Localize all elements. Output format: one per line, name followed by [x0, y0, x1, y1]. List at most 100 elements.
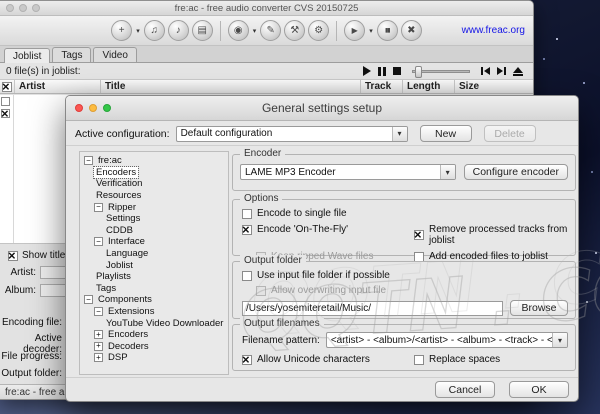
checkbox-box[interactable]: [242, 355, 252, 365]
cd-lookup-button[interactable]: ◉: [228, 20, 249, 41]
tree-item-youtube-downloader[interactable]: YouTube Video Downloader: [82, 317, 226, 329]
tab-video[interactable]: Video: [93, 47, 136, 62]
checkbox-box[interactable]: [414, 355, 424, 365]
tree-item-joblist[interactable]: Joblist: [82, 259, 226, 271]
start-encoding-button[interactable]: ▶: [344, 20, 365, 41]
play-button[interactable]: [363, 66, 371, 76]
select-all-checkbox[interactable]: [0, 80, 15, 93]
tab-tags[interactable]: Tags: [52, 47, 91, 62]
expander-plus-icon[interactable]: [94, 330, 103, 339]
output-folder-group: Output folder Use input file folder if p…: [232, 261, 576, 319]
expander-minus-icon[interactable]: [94, 203, 103, 212]
tree-item-verification[interactable]: Verification: [82, 178, 226, 190]
checkbox-box[interactable]: [414, 230, 424, 240]
add-files-button[interactable]: +: [111, 20, 132, 41]
settings-button[interactable]: ⚙: [308, 20, 329, 41]
active-configuration-select[interactable]: Default configuration: [176, 126, 408, 142]
checkbox-column-divider: [13, 95, 14, 243]
next-track-button[interactable]: [497, 67, 506, 75]
seek-slider-handle[interactable]: [415, 66, 422, 78]
stop-encoding-button[interactable]: ✖: [401, 20, 422, 41]
joblist-status-text: 0 file(s) in joblist:: [6, 66, 80, 77]
expander-minus-icon[interactable]: [94, 307, 103, 316]
previous-track-button[interactable]: [481, 67, 490, 75]
encode-single-file-checkbox[interactable]: Encode to single file: [242, 208, 568, 219]
expander-minus-icon[interactable]: [84, 295, 93, 304]
tree-item-language[interactable]: Language: [82, 248, 226, 260]
tree-item-extensions[interactable]: Extensions: [82, 306, 226, 318]
encoder-select[interactable]: LAME MP3 Encoder: [240, 164, 456, 180]
add-cd-tracks-button[interactable]: ♫: [144, 20, 165, 41]
dialog-titlebar[interactable]: General settings setup: [66, 96, 578, 121]
settings-tree[interactable]: fre:ac Encoders Verification Resources R…: [79, 151, 229, 375]
chevron-down-icon[interactable]: [392, 127, 407, 141]
expander-plus-icon[interactable]: [94, 342, 103, 351]
cd-edit-button[interactable]: ✎: [260, 20, 281, 41]
tree-item-components[interactable]: Components: [82, 294, 226, 306]
tree-item-cddb[interactable]: CDDB: [82, 225, 226, 237]
pause-encoding-button[interactable]: ▮▮: [377, 20, 398, 41]
tree-item-encoders[interactable]: Encoders: [82, 167, 226, 179]
column-header-size[interactable]: Size: [455, 80, 533, 93]
cd-lookup-dropdown-caret-icon[interactable]: ▾: [253, 27, 257, 35]
cd-lookup-icon: ◉: [234, 25, 243, 36]
filename-pattern-select[interactable]: <artist> - <album>/<artist> - <album> - …: [326, 332, 568, 348]
delete-configuration-button: Delete: [484, 125, 536, 142]
tree-item-components-encoders[interactable]: Encoders: [82, 329, 226, 341]
document-button[interactable]: ▤: [192, 20, 213, 41]
chevron-down-icon[interactable]: [440, 165, 455, 179]
row-checkbox[interactable]: [1, 109, 10, 118]
column-header-title[interactable]: Title: [101, 80, 361, 93]
use-input-folder-checkbox[interactable]: Use input file folder if possible: [242, 270, 568, 281]
output-folder-path-input[interactable]: /Users/yosemiteretail/Music/: [242, 301, 503, 316]
remove-processed-tracks-checkbox[interactable]: Remove processed tracks from joblist: [414, 224, 568, 246]
freac-homepage-link[interactable]: www.freac.org: [462, 25, 525, 36]
chevron-down-icon[interactable]: [552, 333, 567, 347]
row-checkbox[interactable]: [1, 97, 10, 106]
checkbox-box[interactable]: [242, 225, 252, 235]
tree-item-playlists[interactable]: Playlists: [82, 271, 226, 283]
dialog-footer: Cancel OK: [66, 377, 578, 401]
configure-encoder-button[interactable]: Configure encoder: [464, 164, 568, 180]
pause-button[interactable]: [378, 67, 386, 76]
allow-unicode-checkbox[interactable]: Allow Unicode characters: [242, 354, 414, 365]
tree-item-interface[interactable]: Interface: [82, 236, 226, 248]
browse-button[interactable]: Browse: [510, 300, 568, 316]
toolbox-button[interactable]: ⚒: [284, 20, 305, 41]
tree-item-freac[interactable]: fre:ac: [82, 155, 226, 167]
tree-item-tags[interactable]: Tags: [82, 283, 226, 295]
expander-minus-icon[interactable]: [84, 156, 93, 165]
seek-slider[interactable]: [412, 70, 470, 73]
show-title-info-checkbox[interactable]: [8, 251, 18, 261]
tree-item-ripper[interactable]: Ripper: [82, 201, 226, 213]
expander-minus-icon[interactable]: [94, 237, 103, 246]
eject-button[interactable]: [513, 67, 523, 76]
add-files-dropdown-caret-icon[interactable]: ▾: [136, 27, 140, 35]
joblist-info-row: 0 file(s) in joblist:: [0, 63, 533, 80]
checkbox-box[interactable]: [242, 209, 252, 219]
tree-item-components-decoders[interactable]: Decoders: [82, 341, 226, 353]
stop-button[interactable]: [393, 67, 401, 75]
column-header-track[interactable]: Track: [361, 80, 403, 93]
start-encoding-dropdown-caret-icon[interactable]: ▾: [369, 27, 373, 35]
cd-edit-icon: ✎: [267, 25, 275, 36]
cancel-button[interactable]: Cancel: [435, 381, 495, 398]
tab-joblist[interactable]: Joblist: [4, 48, 50, 63]
checkbox-box[interactable]: [242, 271, 252, 281]
expander-plus-icon[interactable]: [94, 353, 103, 362]
filename-pattern-label: Filename pattern:: [242, 335, 320, 346]
encoding-file-label: Encoding file:: [0, 317, 62, 328]
checkbox-box[interactable]: [414, 252, 424, 262]
new-configuration-button[interactable]: New: [420, 125, 472, 142]
main-window-titlebar[interactable]: fre:ac - free audio converter CVS 201507…: [0, 1, 533, 16]
select-all-checkbox-box[interactable]: [2, 82, 12, 92]
tree-item-resources[interactable]: Resources: [82, 190, 226, 202]
tree-item-ripper-settings[interactable]: Settings: [82, 213, 226, 225]
column-header-artist[interactable]: Artist: [15, 80, 101, 93]
encode-on-the-fly-checkbox[interactable]: Encode 'On-The-Fly': [242, 224, 414, 235]
column-header-length[interactable]: Length: [403, 80, 455, 93]
replace-spaces-checkbox[interactable]: Replace spaces: [414, 354, 568, 365]
ok-button[interactable]: OK: [509, 381, 569, 398]
joblist-music-button[interactable]: ♪: [168, 20, 189, 41]
tree-item-components-dsp[interactable]: DSP: [82, 352, 226, 364]
